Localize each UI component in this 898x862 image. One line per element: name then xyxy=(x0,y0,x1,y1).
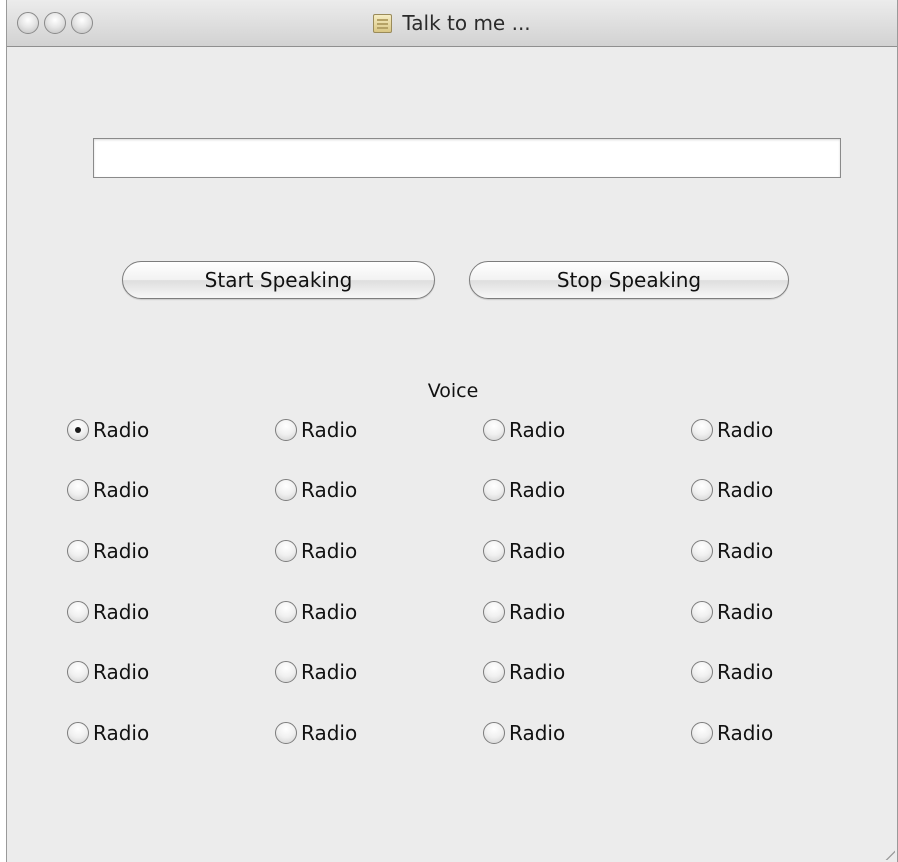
radio-label: Radio xyxy=(717,539,774,563)
radio-button-icon[interactable] xyxy=(275,419,297,441)
voice-radio-option[interactable]: Radio xyxy=(275,593,357,631)
radio-button-icon[interactable] xyxy=(275,601,297,623)
radio-button-icon[interactable] xyxy=(483,601,505,623)
speech-text-input[interactable] xyxy=(93,138,841,178)
radio-label: Radio xyxy=(509,418,566,442)
radio-button-icon[interactable] xyxy=(275,540,297,562)
voice-radio-option[interactable]: Radio xyxy=(691,532,773,570)
stop-speaking-button[interactable]: Stop Speaking xyxy=(469,261,789,299)
voice-radio-option[interactable]: Radio xyxy=(67,593,149,631)
voice-radio-option[interactable]: Radio xyxy=(67,714,149,752)
voice-radio-option[interactable]: Radio xyxy=(691,471,773,509)
document-icon xyxy=(373,13,393,33)
app-window: Talk to me ... Start Speaking Stop Speak… xyxy=(6,0,898,862)
voice-radio-option[interactable]: Radio xyxy=(691,593,773,631)
radio-label: Radio xyxy=(509,478,566,502)
radio-label: Radio xyxy=(93,418,150,442)
radio-button-icon[interactable] xyxy=(483,661,505,683)
radio-label: Radio xyxy=(301,418,358,442)
radio-label: Radio xyxy=(717,418,774,442)
radio-label: Radio xyxy=(509,600,566,624)
radio-button-icon[interactable] xyxy=(67,601,89,623)
title-bar[interactable]: Talk to me ... xyxy=(7,0,897,47)
radio-label: Radio xyxy=(93,600,150,624)
radio-button-icon[interactable] xyxy=(691,601,713,623)
radio-button-icon[interactable] xyxy=(483,540,505,562)
voice-radio-option[interactable]: Radio xyxy=(67,532,149,570)
voice-radio-option[interactable]: Radio xyxy=(275,411,357,449)
voice-radio-option[interactable]: Radio xyxy=(691,411,773,449)
voice-radio-option[interactable]: Radio xyxy=(483,471,565,509)
radio-button-icon[interactable] xyxy=(67,419,89,441)
radio-label: Radio xyxy=(301,660,358,684)
radio-button-icon[interactable] xyxy=(483,419,505,441)
radio-button-icon[interactable] xyxy=(483,479,505,501)
radio-button-icon[interactable] xyxy=(691,540,713,562)
resize-grip-icon[interactable] xyxy=(883,848,895,860)
voice-radio-option[interactable]: Radio xyxy=(483,593,565,631)
radio-label: Radio xyxy=(301,478,358,502)
radio-label: Radio xyxy=(301,600,358,624)
start-speaking-label: Start Speaking xyxy=(204,268,353,292)
radio-button-icon[interactable] xyxy=(67,540,89,562)
radio-label: Radio xyxy=(717,721,774,745)
radio-label: Radio xyxy=(509,539,566,563)
voice-radio-option[interactable]: Radio xyxy=(275,653,357,691)
window-title: Talk to me ... xyxy=(402,11,531,35)
voice-radio-option[interactable]: Radio xyxy=(275,471,357,509)
voice-radio-option[interactable]: Radio xyxy=(483,714,565,752)
radio-button-icon[interactable] xyxy=(691,419,713,441)
radio-label: Radio xyxy=(93,539,150,563)
voice-radio-option[interactable]: Radio xyxy=(483,653,565,691)
start-speaking-button[interactable]: Start Speaking xyxy=(122,261,435,299)
radio-label: Radio xyxy=(717,478,774,502)
radio-button-icon[interactable] xyxy=(275,661,297,683)
radio-button-icon[interactable] xyxy=(275,479,297,501)
voice-radio-option[interactable]: Radio xyxy=(691,714,773,752)
voice-radio-option[interactable]: Radio xyxy=(67,653,149,691)
radio-button-icon[interactable] xyxy=(483,722,505,744)
voice-radio-option[interactable]: Radio xyxy=(67,471,149,509)
radio-button-icon[interactable] xyxy=(691,479,713,501)
stop-speaking-label: Stop Speaking xyxy=(556,268,702,292)
radio-label: Radio xyxy=(717,660,774,684)
radio-button-icon[interactable] xyxy=(691,661,713,683)
radio-button-icon[interactable] xyxy=(67,722,89,744)
voice-radio-option[interactable]: Radio xyxy=(691,653,773,691)
radio-label: Radio xyxy=(301,539,358,563)
window-title-area: Talk to me ... xyxy=(7,0,897,46)
radio-label: Radio xyxy=(93,721,150,745)
radio-button-icon[interactable] xyxy=(67,479,89,501)
radio-label: Radio xyxy=(509,721,566,745)
radio-button-icon[interactable] xyxy=(67,661,89,683)
voice-radio-option[interactable]: Radio xyxy=(483,411,565,449)
voice-group-label: Voice xyxy=(427,380,479,402)
voice-radio-option[interactable]: Radio xyxy=(67,411,149,449)
radio-label: Radio xyxy=(93,478,150,502)
radio-button-icon[interactable] xyxy=(275,722,297,744)
radio-label: Radio xyxy=(509,660,566,684)
radio-label: Radio xyxy=(717,600,774,624)
radio-label: Radio xyxy=(93,660,150,684)
voice-radio-option[interactable]: Radio xyxy=(275,714,357,752)
radio-button-icon[interactable] xyxy=(691,722,713,744)
voice-radio-option[interactable]: Radio xyxy=(483,532,565,570)
voice-radio-option[interactable]: Radio xyxy=(275,532,357,570)
radio-label: Radio xyxy=(301,721,358,745)
